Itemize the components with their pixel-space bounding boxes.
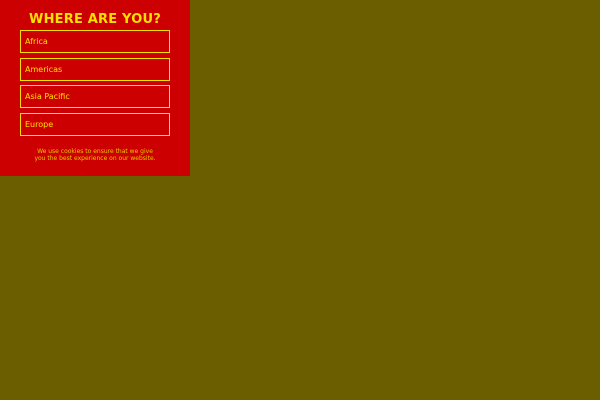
region-button-asia-pacific[interactable]: Asia Pacific [20, 85, 170, 108]
cookie-notice-line-1: We use cookies to ensure that we give [37, 148, 153, 155]
region-list: Africa Americas Asia Pacific Europe [20, 30, 170, 140]
region-button-africa[interactable]: Africa [20, 30, 170, 53]
region-selector-panel: WHERE ARE YOU? Africa Americas Asia Paci… [0, 0, 190, 176]
cookie-notice-line-2: you the best experience on our website. [34, 155, 156, 162]
region-button-americas[interactable]: Americas [20, 57, 170, 81]
region-button-europe[interactable]: Europe [20, 112, 170, 136]
cookie-notice: We use cookies to ensure that we give yo… [0, 148, 190, 162]
panel-title: WHERE ARE YOU? [29, 12, 161, 27]
